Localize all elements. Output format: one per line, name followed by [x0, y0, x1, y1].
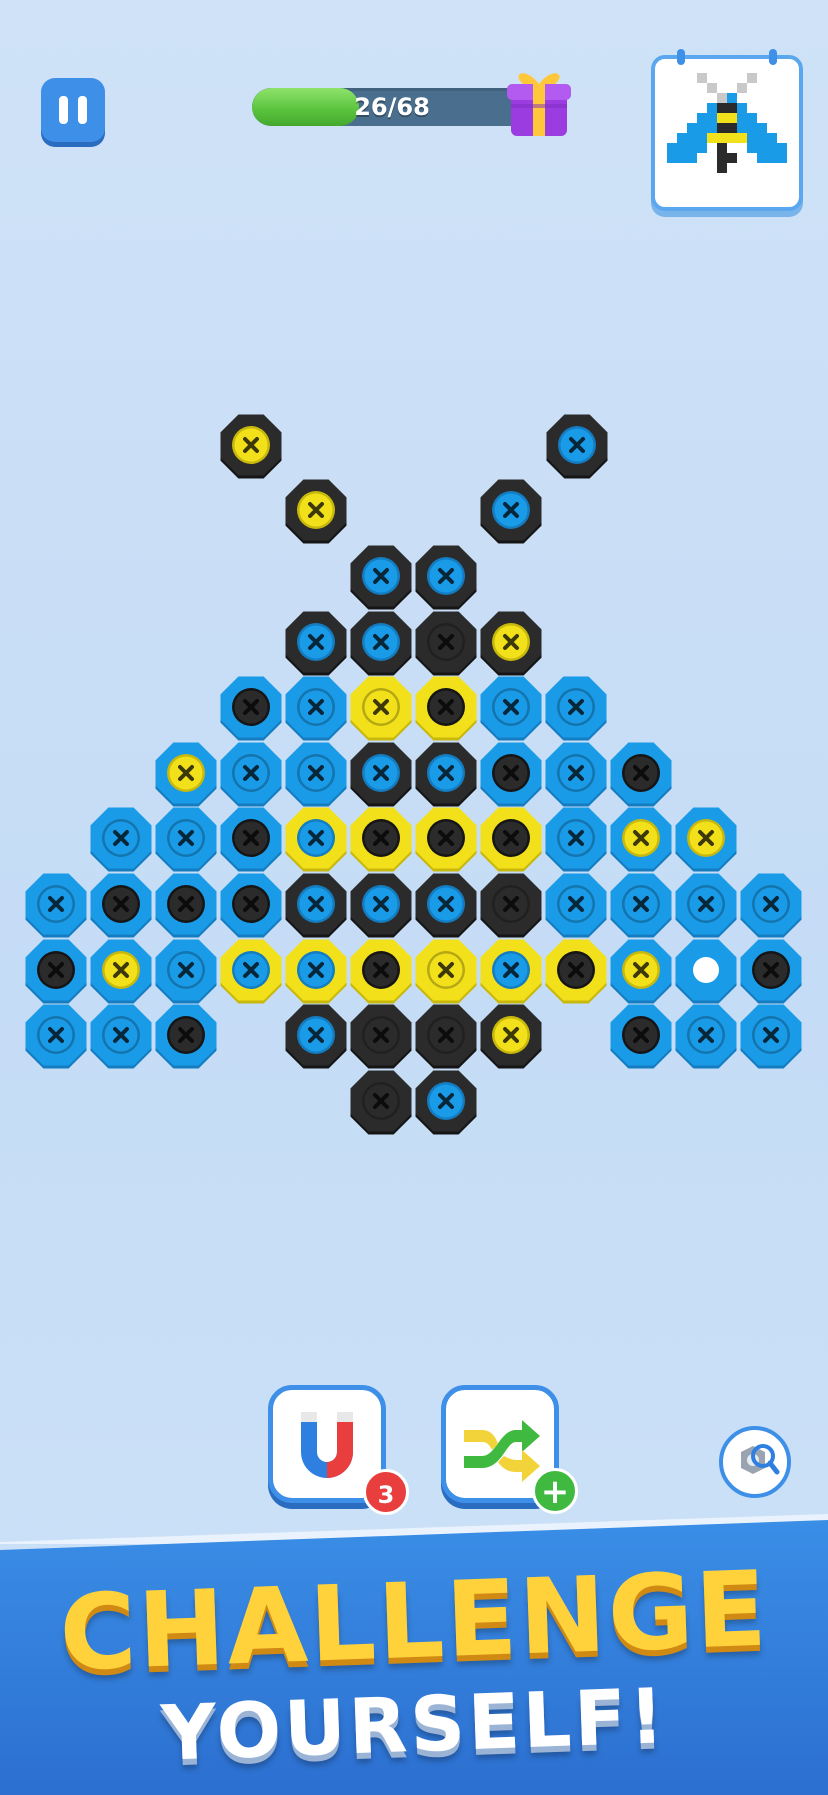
screw-hex-blue-blue[interactable]: [672, 1001, 740, 1069]
magnet-count-badge: 3: [363, 1469, 409, 1515]
screw-hex-blue-black[interactable]: [607, 739, 675, 807]
screw-hex-blue-blue[interactable]: [542, 673, 610, 741]
screw-hex-black-blue[interactable]: [412, 1067, 480, 1135]
screw-hex-blue-blue[interactable]: [542, 870, 610, 938]
screw-hex-yellow-black[interactable]: [412, 673, 480, 741]
screw-hex-black-blue[interactable]: [282, 1001, 350, 1069]
screw-hex-blue-black[interactable]: [152, 870, 220, 938]
screw-hex-black-blue[interactable]: [412, 870, 480, 938]
screw-hex-blue-blue[interactable]: [607, 870, 675, 938]
screw-hex-black-blue[interactable]: [347, 739, 415, 807]
screw-hex-yellow-yellow[interactable]: [347, 673, 415, 741]
screw-hex-black-blue[interactable]: [543, 411, 611, 479]
screw-hex-black-blue[interactable]: [412, 542, 480, 610]
screw-hex-blue-yellow[interactable]: [607, 804, 675, 872]
screw-hex-blue-blue[interactable]: [477, 673, 545, 741]
screw-hex-blue-black[interactable]: [217, 804, 285, 872]
screw-hex-yellow-black[interactable]: [542, 936, 610, 1004]
screw-hex-blue-blue[interactable]: [152, 804, 220, 872]
screw-hex-blue-blue[interactable]: [672, 870, 740, 938]
screw-hex-blue-black[interactable]: [477, 739, 545, 807]
screw-hex-blue-blue[interactable]: [87, 804, 155, 872]
screw-hex-black-blue[interactable]: [412, 739, 480, 807]
screw-hex-blue-black[interactable]: [22, 936, 90, 1004]
screw-hex-yellow-blue[interactable]: [282, 804, 350, 872]
screw-hex-blue-blue[interactable]: [542, 739, 610, 807]
screw-hex-blue-yellow[interactable]: [672, 804, 740, 872]
screw-hex-yellow-black[interactable]: [347, 936, 415, 1004]
screw-hex-yellow-black[interactable]: [412, 804, 480, 872]
screw-hex-black-blue[interactable]: [282, 608, 350, 676]
screw-hex-black-yellow[interactable]: [477, 608, 545, 676]
screw-hex-blue-yellow[interactable]: [152, 739, 220, 807]
screw-hex-yellow-blue[interactable]: [282, 936, 350, 1004]
screw-hex-blue-empty[interactable]: [672, 936, 740, 1004]
screw-hex-blue-blue[interactable]: [737, 1001, 805, 1069]
screw-hex-blue-blue[interactable]: [217, 739, 285, 807]
screw-hex-black-yellow[interactable]: [217, 411, 285, 479]
screw-hex-blue-yellow[interactable]: [87, 936, 155, 1004]
screw-hex-yellow-black[interactable]: [347, 804, 415, 872]
screw-hex-black-black[interactable]: [412, 1001, 480, 1069]
screw-hex-black-black[interactable]: [412, 608, 480, 676]
screw-hex-blue-black[interactable]: [217, 870, 285, 938]
screw-hex-blue-blue[interactable]: [152, 936, 220, 1004]
screw-hex-yellow-blue[interactable]: [217, 936, 285, 1004]
screw-hex-blue-blue[interactable]: [542, 804, 610, 872]
screw-hex-black-yellow[interactable]: [282, 476, 350, 544]
screw-hex-black-blue[interactable]: [347, 608, 415, 676]
screw-hex-black-black[interactable]: [347, 1001, 415, 1069]
screw-hex-blue-blue[interactable]: [282, 739, 350, 807]
screw-hex-blue-blue[interactable]: [22, 1001, 90, 1069]
screw-hex-blue-yellow[interactable]: [607, 936, 675, 1004]
screw-hex-blue-black[interactable]: [152, 1001, 220, 1069]
screw-search-button[interactable]: [719, 1426, 791, 1498]
screw-hex-blue-black[interactable]: [87, 870, 155, 938]
screw-hex-yellow-blue[interactable]: [477, 936, 545, 1004]
screw-hex-yellow-black[interactable]: [477, 804, 545, 872]
screw-hex-black-blue[interactable]: [282, 870, 350, 938]
screw-hex-blue-black[interactable]: [217, 673, 285, 741]
screw-hex-black-black[interactable]: [347, 1067, 415, 1135]
screw-hex-black-black[interactable]: [477, 870, 545, 938]
screw-hex-blue-black[interactable]: [607, 1001, 675, 1069]
screw-hex-black-blue[interactable]: [477, 476, 545, 544]
screw-hex-yellow-yellow[interactable]: [412, 936, 480, 1004]
screw-hex-blue-blue[interactable]: [737, 870, 805, 938]
screw-search-icon: [741, 1444, 780, 1475]
screw-hex-black-yellow[interactable]: [477, 1001, 545, 1069]
screw-hex-blue-black[interactable]: [737, 936, 805, 1004]
screw-hex-black-blue[interactable]: [347, 542, 415, 610]
screw-hex-blue-blue[interactable]: [22, 870, 90, 938]
screw-hex-blue-blue[interactable]: [87, 1001, 155, 1069]
shuffle-add-badge[interactable]: +: [532, 1468, 578, 1514]
screw-hex-blue-blue[interactable]: [282, 673, 350, 741]
screw-hex-black-blue[interactable]: [347, 870, 415, 938]
game-board: [0, 0, 828, 1200]
